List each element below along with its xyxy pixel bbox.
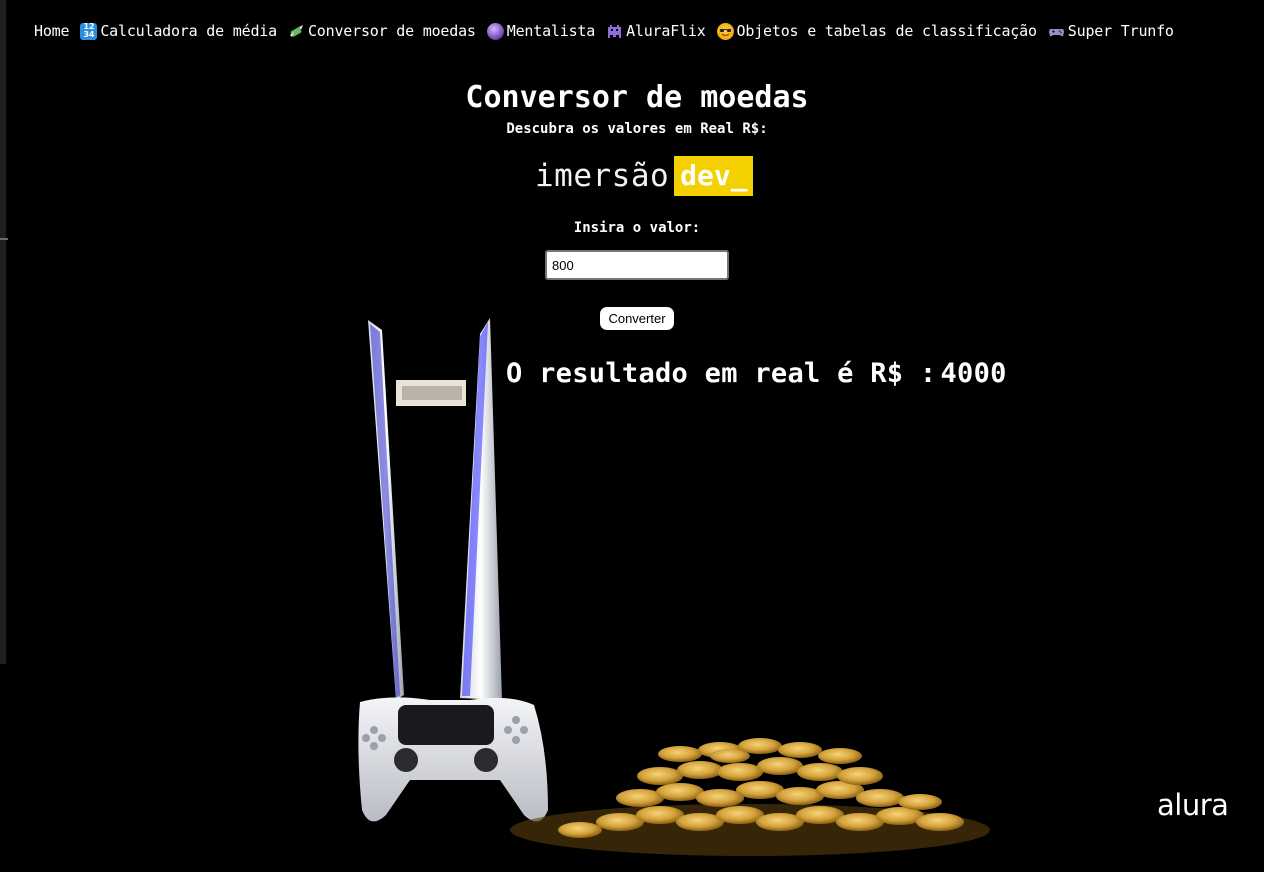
page-title: Conversor de moedas [465,80,809,115]
value-label: Insira o valor: [573,220,701,236]
page: Home 12 34 Calculadora de média Conversor… [0,0,1264,872]
result-value: 4000 [940,358,1007,389]
sunglasses-face-icon [716,22,734,40]
conversion-result: O resultado em real é R$ :4000 [506,358,1007,389]
nav-aluraflix[interactable]: AluraFlix [606,22,706,40]
logo-badge: dev_ [674,156,753,196]
nav-calculadora-label: Calculadora de média [100,22,277,40]
nav-objetos[interactable]: Objetos e tabelas de classificação [716,22,1037,40]
nav-aluraflix-label: AluraFlix [626,22,706,40]
nav-conversor[interactable]: Conversor de moedas [288,22,476,40]
alura-logo: alura [1157,788,1229,822]
numbers-icon: 12 34 [80,22,98,40]
nav-home[interactable]: Home [34,22,70,40]
game-controller-icon [1048,23,1065,40]
alien-monster-icon [606,23,623,40]
nav-mentalista-label: Mentalista [506,22,596,40]
result-prefix: O resultado em real é R$ : [506,358,937,389]
money-with-wings-icon [288,23,305,40]
nav-conversor-label: Conversor de moedas [307,22,476,40]
console-and-coins-image [358,318,990,856]
nav-mentalista[interactable]: Mentalista [486,22,596,40]
logo-word: imersão [535,158,670,194]
top-nav: Home 12 34 Calculadora de média Conversor… [34,21,1185,41]
imersao-dev-logo: imersão dev_ [535,156,753,196]
nav-super-trunfo[interactable]: Super Trunfo [1048,22,1174,40]
nav-calculadora[interactable]: 12 34 Calculadora de média [80,22,277,40]
crystal-ball-icon [486,22,504,40]
nav-objetos-label: Objetos e tabelas de classificação [736,22,1037,40]
page-subtitle: Descubra os valores em Real R$: [506,121,768,137]
value-input[interactable] [545,250,729,280]
window-edge-marker [0,238,8,240]
nav-home-label: Home [34,22,70,40]
nav-super-trunfo-label: Super Trunfo [1067,22,1174,40]
